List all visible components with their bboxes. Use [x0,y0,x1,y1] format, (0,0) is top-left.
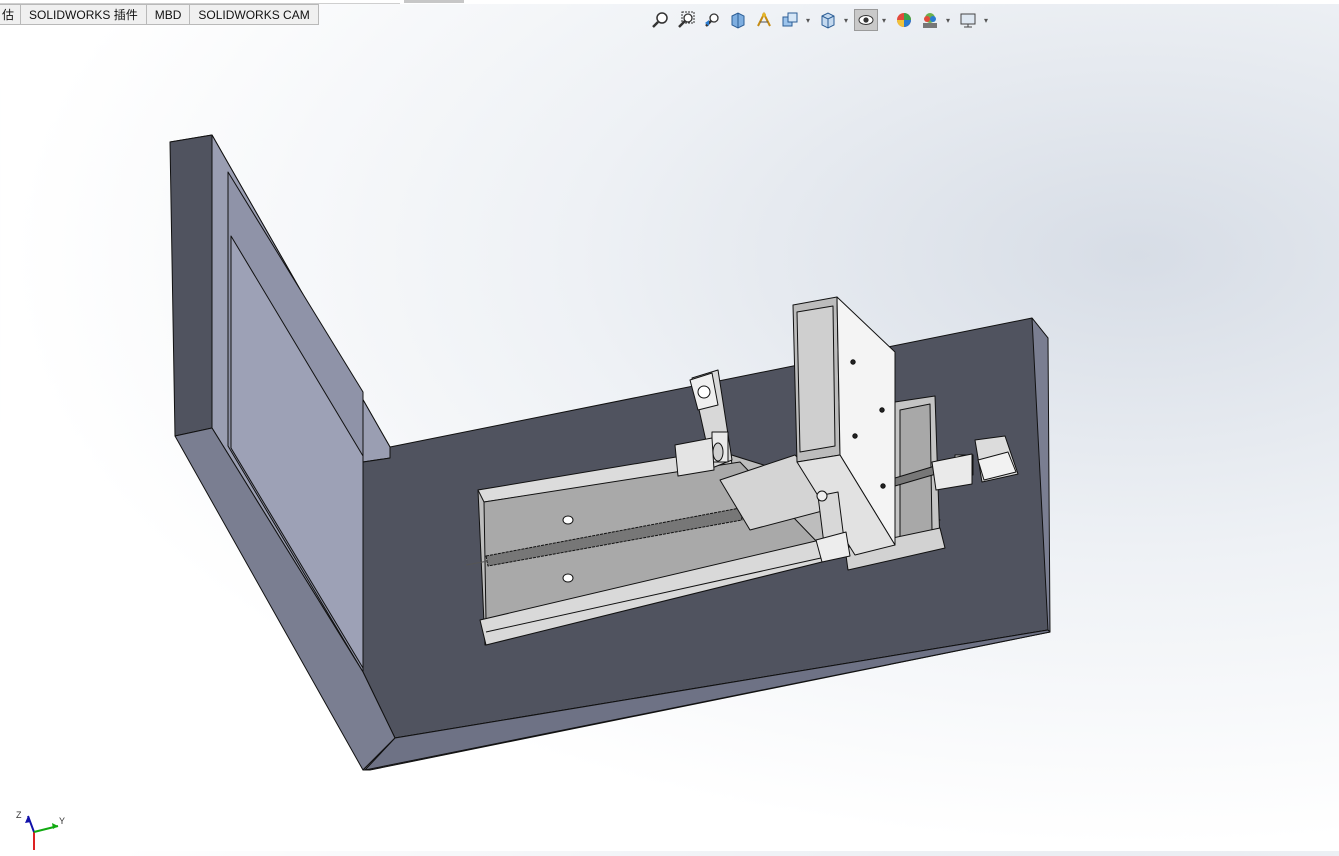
graphics-area[interactable] [0,28,1339,851]
axis-triad-icon: Z Y [16,810,65,850]
mount-hole [562,573,574,583]
triad-z-label: Z [16,810,22,820]
stepper-motor-shaft [816,490,828,502]
column-inner [796,305,836,453]
bolt-hole [880,483,886,489]
triad-y-label: Y [59,816,65,826]
wall-outer-face [169,134,213,437]
coupler-ring [712,442,724,462]
bolt-hole [879,407,885,413]
bearing-block [674,437,715,477]
mount-hole [562,515,574,525]
bolt-hole [852,433,858,439]
bolt-hole [850,359,856,365]
reference-triad: Z Y [12,806,72,851]
assembly-model[interactable] [0,0,1339,851]
stepper-motor-shaft [697,385,711,399]
